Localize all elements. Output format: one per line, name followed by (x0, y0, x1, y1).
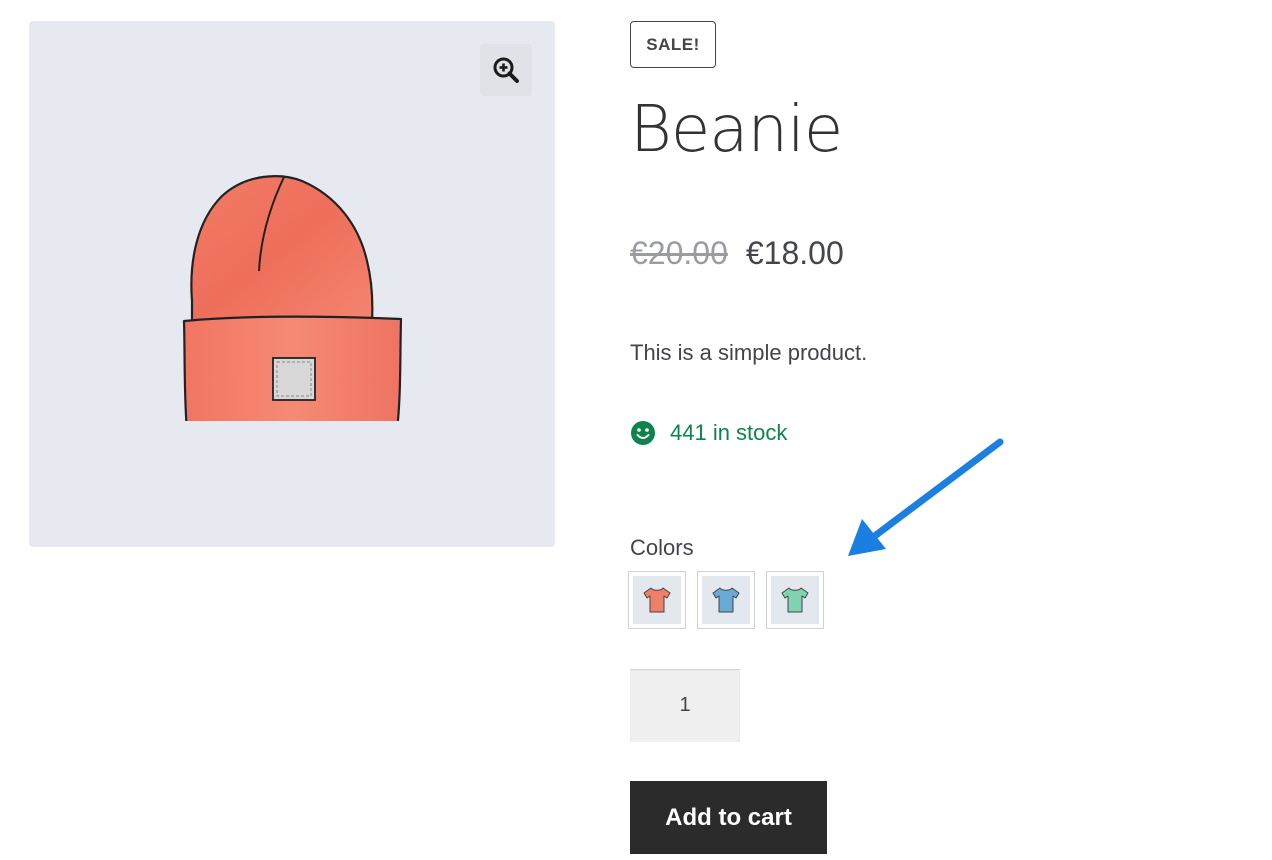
tshirt-icon (643, 587, 671, 613)
sale-badge: SALE! (630, 21, 716, 68)
sale-price: €18.00 (745, 235, 844, 271)
tshirt-icon (712, 587, 740, 613)
zoom-button[interactable] (480, 44, 532, 96)
swatch-red[interactable] (628, 571, 686, 629)
regular-price: €20.00 (630, 235, 728, 271)
product-price: €20.00 €18.00 (630, 234, 844, 272)
colors-label: Colors (630, 535, 694, 560)
product-gallery (29, 21, 555, 547)
tshirt-icon (781, 587, 809, 613)
product-description: This is a simple product. (630, 340, 868, 365)
magnifier-plus-icon (493, 57, 519, 83)
annotation-arrow-icon (848, 438, 1004, 556)
product-title: Beanie (630, 93, 843, 167)
add-to-cart-button[interactable]: Add to cart (630, 781, 827, 854)
swatch-green[interactable] (766, 571, 824, 629)
quantity-input[interactable] (630, 669, 740, 742)
stock-text: 441 in stock (670, 420, 788, 445)
swatch-blue[interactable] (697, 571, 755, 629)
beanie-image[interactable] (177, 151, 407, 421)
product-page: SALE! Beanie €20.00 €18.00 This is a simp… (0, 0, 1272, 860)
smiley-icon (631, 421, 655, 445)
stock-status: 441 in stock (630, 420, 787, 446)
color-swatches (628, 571, 824, 629)
